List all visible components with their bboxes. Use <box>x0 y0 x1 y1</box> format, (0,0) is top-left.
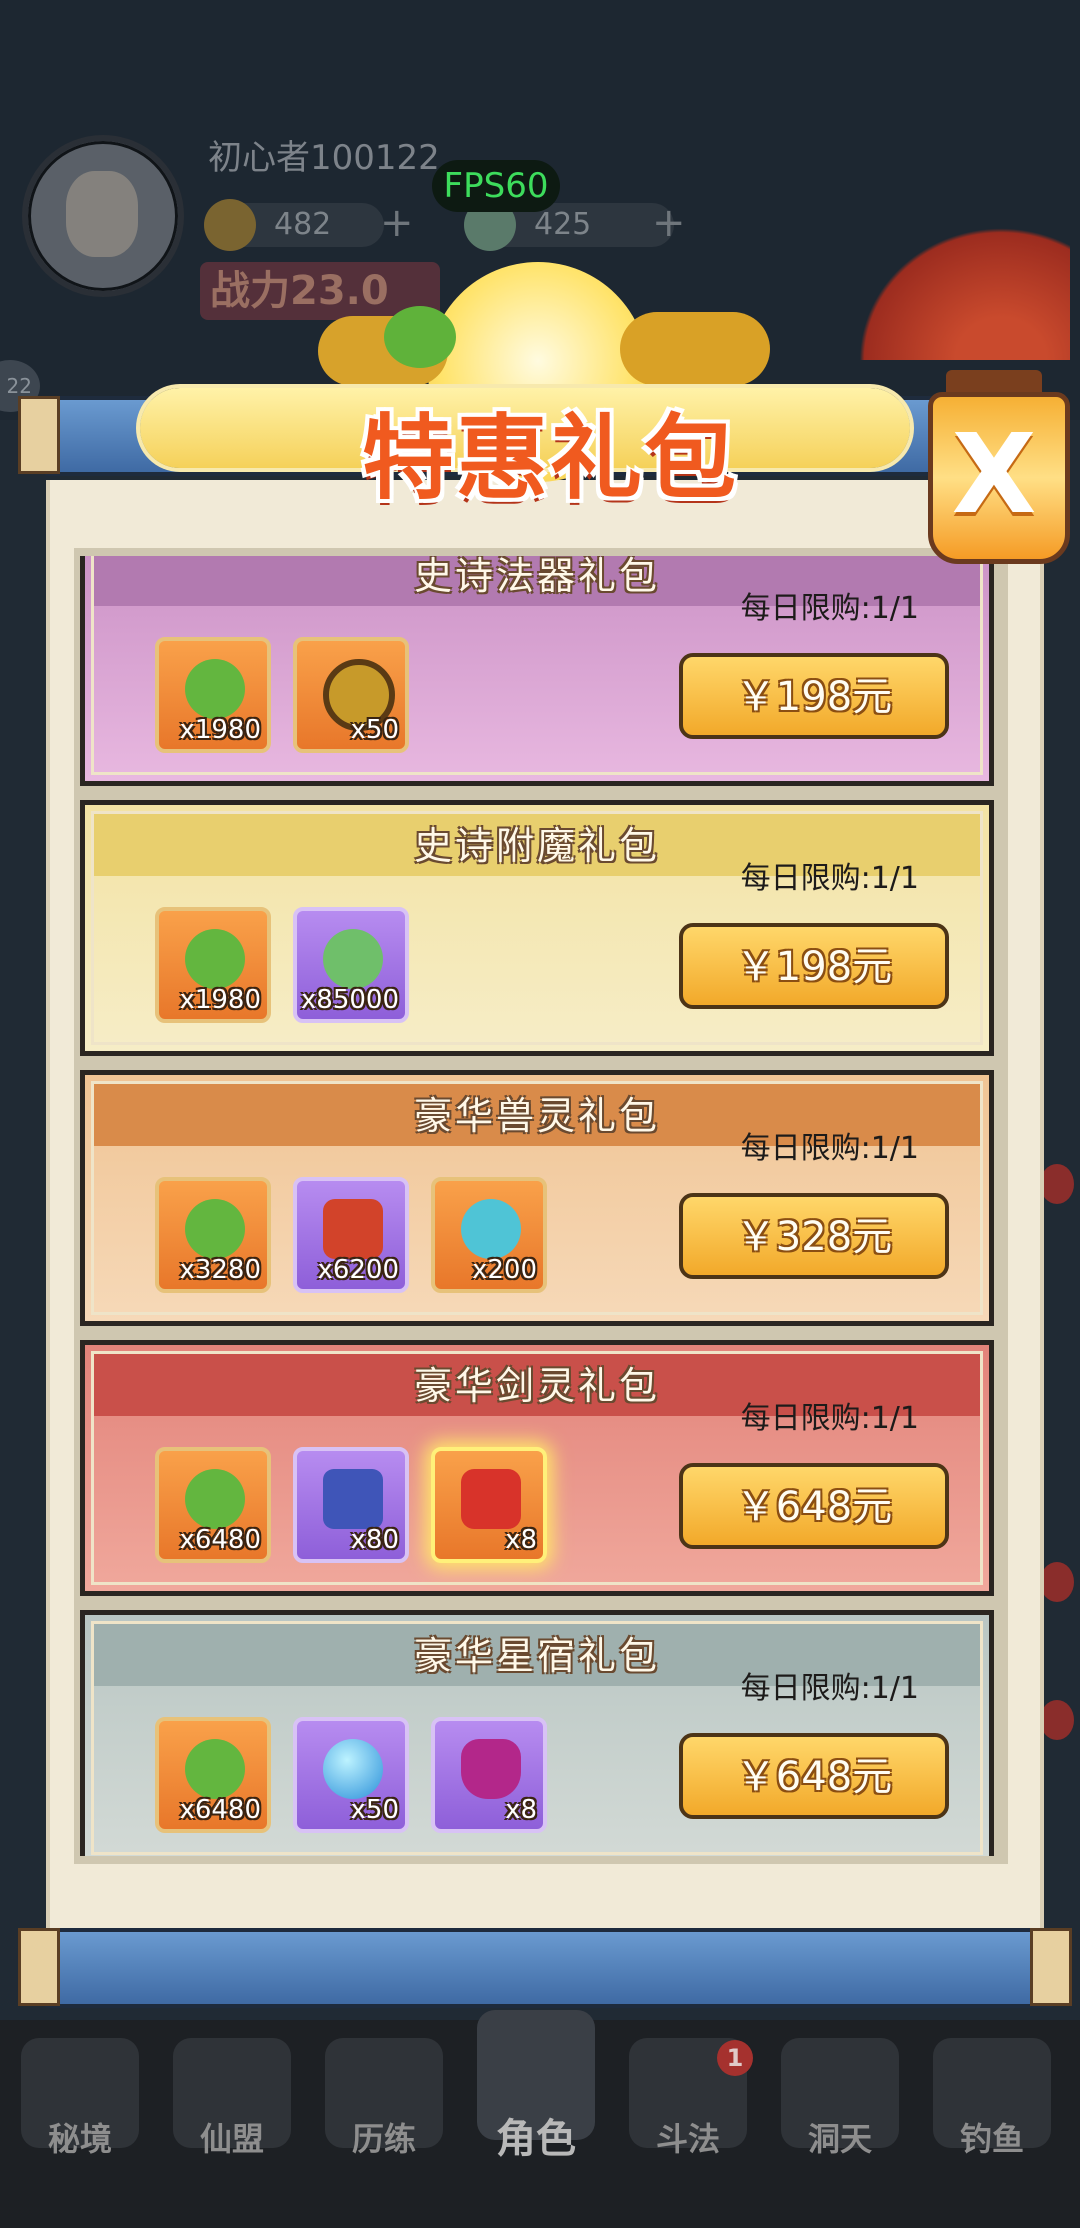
nav-item-sect[interactable]: 仙盟 <box>162 2038 302 2198</box>
pack-item[interactable]: x50 <box>293 1717 409 1833</box>
duel-notification-badge: 1 <box>717 2040 753 2076</box>
item-quantity: x8 <box>505 1525 537 1555</box>
purchase-limit: 每日限购:1/1 <box>740 1671 919 1706</box>
crystal-ball-icon <box>323 1739 383 1799</box>
jade-icon <box>185 659 245 719</box>
item-quantity: x1980 <box>179 715 261 745</box>
player-avatar[interactable] <box>22 135 184 297</box>
nav-item-character[interactable]: 角色 <box>466 2010 606 2170</box>
purchase-limit: 每日限购:1/1 <box>740 861 919 896</box>
nav-item-fishing[interactable]: 钓鱼 <box>922 2038 1062 2198</box>
roller-cap <box>18 1928 60 2006</box>
player-name: 初心者100122 <box>208 138 440 178</box>
fan-decoration <box>840 210 1070 360</box>
pack-card: 豪华兽灵礼包 x3280 x6200 x200 每日限购:1/1 ￥328元 <box>80 1070 994 1326</box>
sword-spirit-icon <box>461 1469 521 1529</box>
item-quantity: x50 <box>350 715 399 745</box>
nav-label: 洞天 <box>807 2120 872 2158</box>
buy-button[interactable]: ￥328元 <box>679 1193 949 1279</box>
alert-icon <box>1040 1164 1074 1204</box>
jade-decoration <box>384 306 456 368</box>
item-quantity: x6200 <box>317 1255 399 1285</box>
nav-label: 角色 <box>496 2116 576 2162</box>
enchant-stone-icon <box>323 929 383 989</box>
spirit-orb-icon <box>461 1199 521 1259</box>
pack-item[interactable]: x80 <box>293 1447 409 1563</box>
pack-item[interactable]: x85000 <box>293 907 409 1023</box>
lucky-bag-icon <box>461 1739 521 1799</box>
item-quantity: x200 <box>471 1255 537 1285</box>
pack-item[interactable]: x3280 <box>155 1177 271 1293</box>
item-quantity: x3280 <box>179 1255 261 1285</box>
roller-cap <box>1030 1928 1072 2006</box>
pack-item[interactable]: x8 <box>431 1447 547 1563</box>
nav-label: 历练 <box>351 2120 416 2158</box>
nav-item-cave[interactable]: 洞天 <box>770 2038 910 2198</box>
buy-button[interactable]: ￥648元 <box>679 1463 949 1549</box>
item-quantity: x6480 <box>179 1525 261 1555</box>
buy-button[interactable]: ￥198元 <box>679 653 949 739</box>
coin-value: 482 <box>274 207 332 242</box>
jade-icon <box>185 1469 245 1529</box>
popup-title: 特惠礼包 <box>361 404 738 512</box>
item-quantity: x50 <box>350 1795 399 1825</box>
pack-card: 史诗法器礼包 x1980 x50 每日限购:1/1 ￥198元 <box>80 556 994 786</box>
rune-stone-icon <box>323 1469 383 1529</box>
pack-item[interactable]: x6480 <box>155 1447 271 1563</box>
item-quantity: x1980 <box>179 985 261 1015</box>
gem-value: 425 <box>534 207 592 242</box>
nav-label: 钓鱼 <box>959 2120 1024 2158</box>
nav-label: 秘境 <box>47 2120 112 2158</box>
item-quantity: x8 <box>505 1795 537 1825</box>
jade-icon <box>185 1199 245 1259</box>
pack-item[interactable]: x1980 <box>155 907 271 1023</box>
item-quantity: x80 <box>350 1525 399 1555</box>
buy-button[interactable]: ￥648元 <box>679 1733 949 1819</box>
roller-cap <box>18 396 60 474</box>
pack-item[interactable]: x6480 <box>155 1717 271 1833</box>
nav-label: 仙盟 <box>199 2120 264 2158</box>
jade-icon <box>185 1739 245 1799</box>
pack-item[interactable]: x200 <box>431 1177 547 1293</box>
scroll-roller-bottom <box>40 1928 1058 2008</box>
purchase-limit: 每日限购:1/1 <box>740 1131 919 1166</box>
coin-icon <box>204 199 256 251</box>
purchase-limit: 每日限购:1/1 <box>740 591 919 626</box>
pack-item[interactable]: x6200 <box>293 1177 409 1293</box>
nav-label: 斗法 <box>655 2120 720 2158</box>
pack-card: 豪华剑灵礼包 x6480 x80 x8 每日限购:1/1 ￥648元 <box>80 1340 994 1596</box>
fps-counter: FPS60 <box>432 160 560 212</box>
pack-item[interactable]: x8 <box>431 1717 547 1833</box>
add-gems-button[interactable]: + <box>652 200 686 246</box>
pack-item[interactable]: x50 <box>293 637 409 753</box>
coin-pile-decoration <box>620 312 770 386</box>
add-coins-button[interactable]: + <box>380 200 414 246</box>
item-quantity: x85000 <box>300 985 399 1015</box>
close-button[interactable]: X <box>928 404 1060 544</box>
jade-icon <box>185 929 245 989</box>
pack-card: 豪华星宿礼包 x6480 x50 x8 每日限购:1/1 ￥648元 <box>80 1610 994 1856</box>
alert-icon <box>1040 1562 1074 1602</box>
nav-item-secret-realm[interactable]: 秘境 <box>10 2038 150 2198</box>
alert-icon <box>1040 1700 1074 1740</box>
purchase-limit: 每日限购:1/1 <box>740 1401 919 1436</box>
buy-button[interactable]: ￥198元 <box>679 923 949 1009</box>
item-quantity: x6480 <box>179 1795 261 1825</box>
fire-crystal-icon <box>323 1199 383 1259</box>
pack-item[interactable]: x1980 <box>155 637 271 753</box>
coin-counter: 482 <box>204 199 384 251</box>
pack-list[interactable]: 史诗法器礼包 x1980 x50 每日限购:1/1 ￥198元 史诗附魔礼包 x… <box>80 556 1000 1856</box>
nav-item-training[interactable]: 历练 <box>314 2038 454 2198</box>
pack-card: 史诗附魔礼包 x1980 x85000 每日限购:1/1 ￥198元 <box>80 800 994 1056</box>
